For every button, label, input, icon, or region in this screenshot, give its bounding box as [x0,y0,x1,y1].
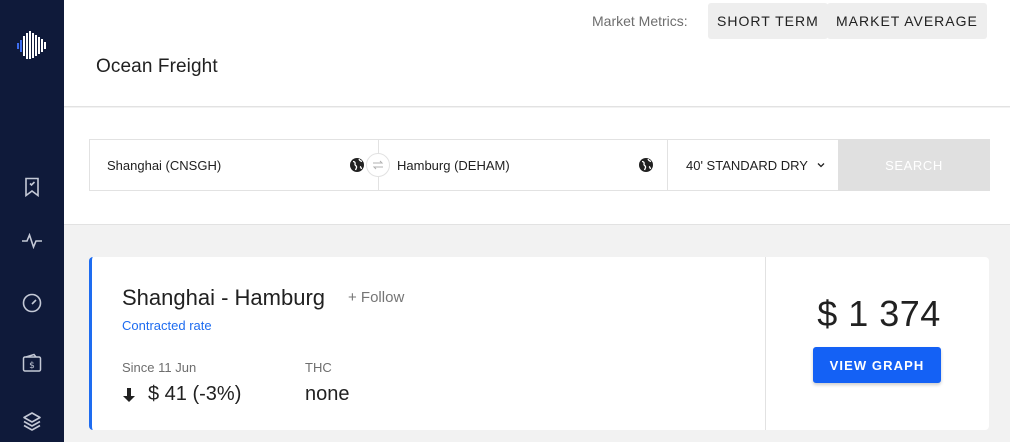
price-value: $ 1 374 [817,293,941,334]
bookmark-icon[interactable] [20,175,44,199]
rate-type-label: Contracted rate [122,318,212,333]
chevron-down-icon [817,163,825,168]
globe-icon [639,158,653,172]
destination-value: Hamburg (DEHAM) [397,157,510,173]
short-term-button[interactable]: SHORT TERM [708,3,828,39]
origin-value: Shanghai (CNSGH) [107,157,222,173]
origin-field[interactable]: Shanghai (CNSGH) [90,140,379,190]
layers-icon[interactable] [20,409,44,433]
price-change: $ 41 (-3%) [122,383,241,406]
market-average-button[interactable]: MARKET AVERAGE [827,3,987,39]
search-bar: Shanghai (CNSGH) Hamburg (DEHAM) 40' STA… [64,108,1010,225]
globe-icon [350,158,364,172]
sidebar: $ [0,0,64,442]
page-title: Ocean Freight [96,56,218,77]
thc-label: THC [305,360,332,375]
destination-field[interactable]: Hamburg (DEHAM) [379,140,668,190]
header: Market Metrics: SHORT TERM MARKET AVERAG… [64,0,1010,107]
wallet-dollar-icon[interactable]: $ [20,351,44,375]
barcode-logo-icon[interactable] [17,30,47,60]
swap-arrows-icon [372,160,384,170]
swap-route-button[interactable] [366,153,390,177]
gauge-icon[interactable] [20,291,44,315]
route-title: Shanghai - Hamburg [122,285,326,310]
arrow-down-icon [123,387,135,402]
follow-button[interactable]: + Follow [348,289,404,306]
market-metrics-label: Market Metrics: [592,13,688,29]
container-type-value: 40' STANDARD DRY [686,157,808,173]
since-label: Since 11 Jun [122,360,197,375]
search-button[interactable]: SEARCH [838,139,990,191]
search-box: Shanghai (CNSGH) Hamburg (DEHAM) 40' STA… [89,139,990,191]
card-divider [765,257,766,430]
activity-pulse-icon[interactable] [20,229,44,253]
svg-text:$: $ [29,361,35,371]
container-type-select[interactable]: 40' STANDARD DRY [668,140,838,190]
thc-value: none [305,383,350,405]
view-graph-button[interactable]: VIEW GRAPH [813,347,941,383]
rate-card: Shanghai - Hamburg + Follow Contracted r… [89,257,989,430]
price-change-value: $ 41 (-3%) [148,383,242,405]
